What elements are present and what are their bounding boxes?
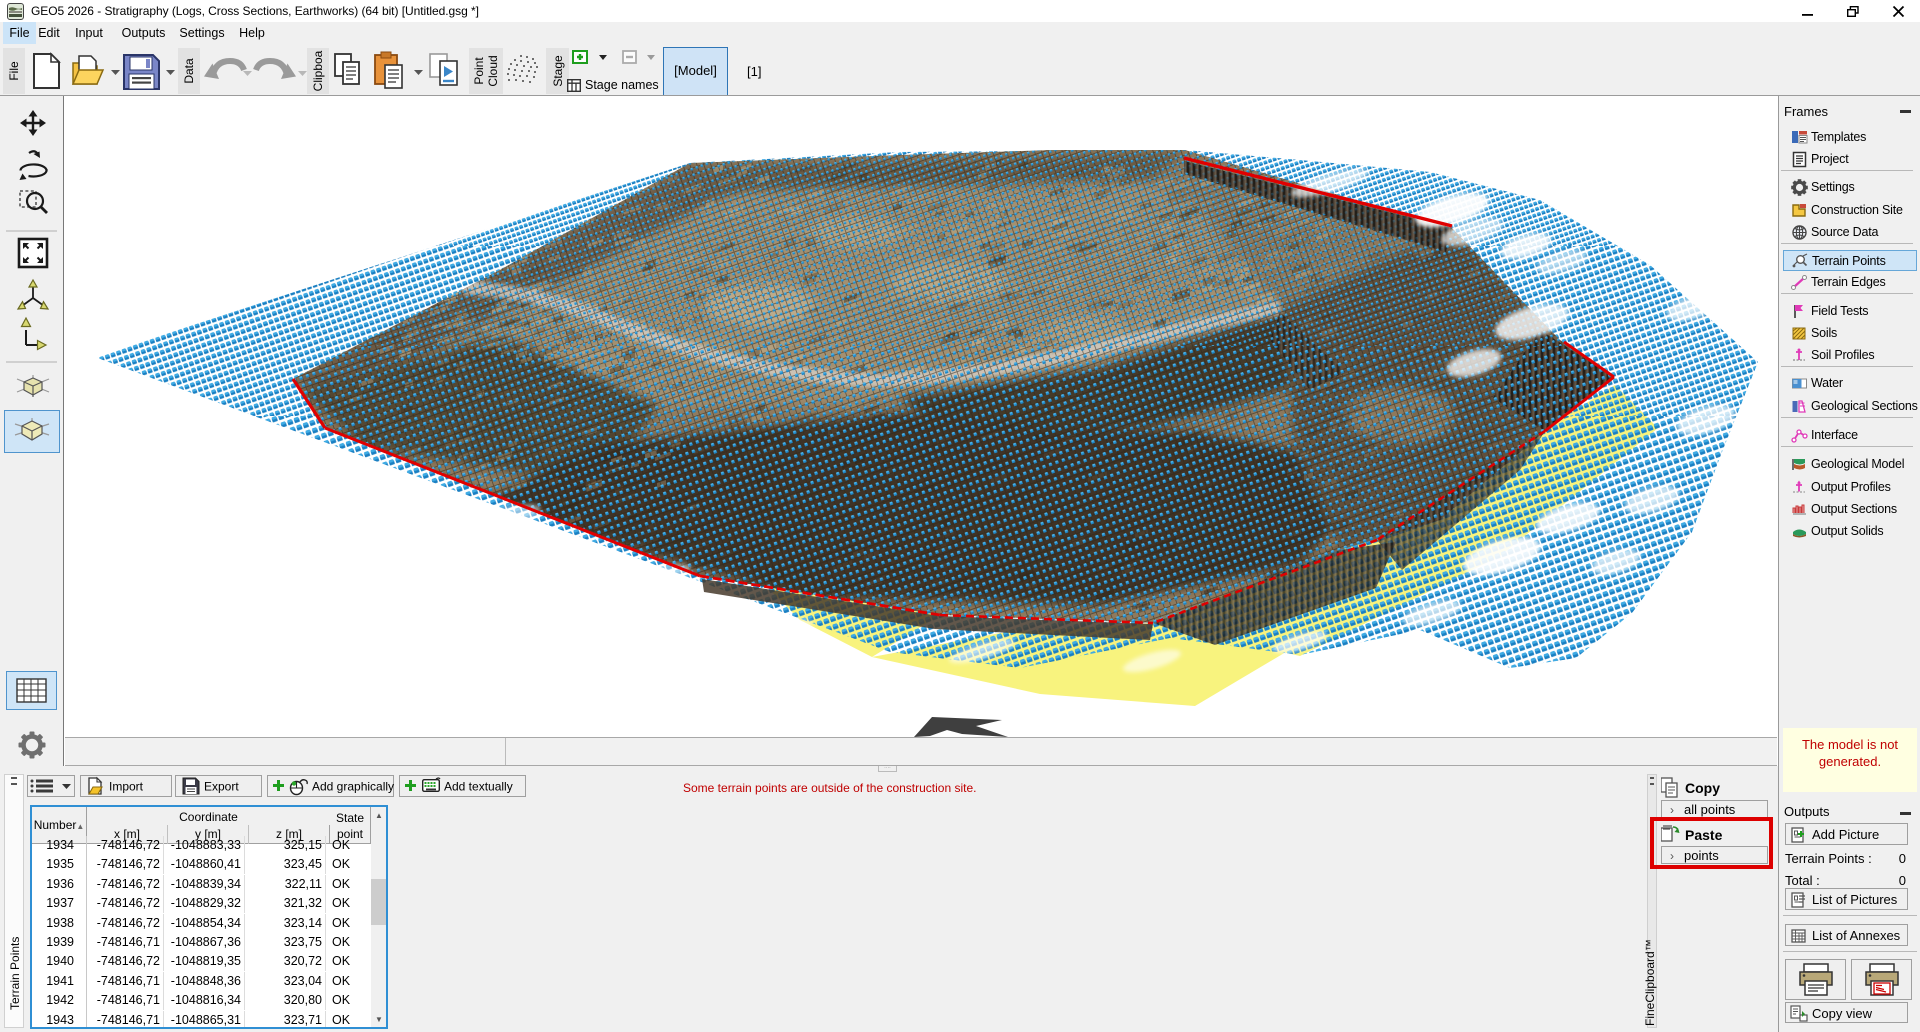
svg-text:Import: Import <box>109 780 144 794</box>
svg-text:Add textually: Add textually <box>444 780 513 794</box>
svg-text:Paste: Paste <box>1685 827 1723 843</box>
svg-text:Copy: Copy <box>1685 780 1720 796</box>
svg-text:Add graphically: Add graphically <box>312 780 394 794</box>
svg-text:Export: Export <box>204 780 239 794</box>
